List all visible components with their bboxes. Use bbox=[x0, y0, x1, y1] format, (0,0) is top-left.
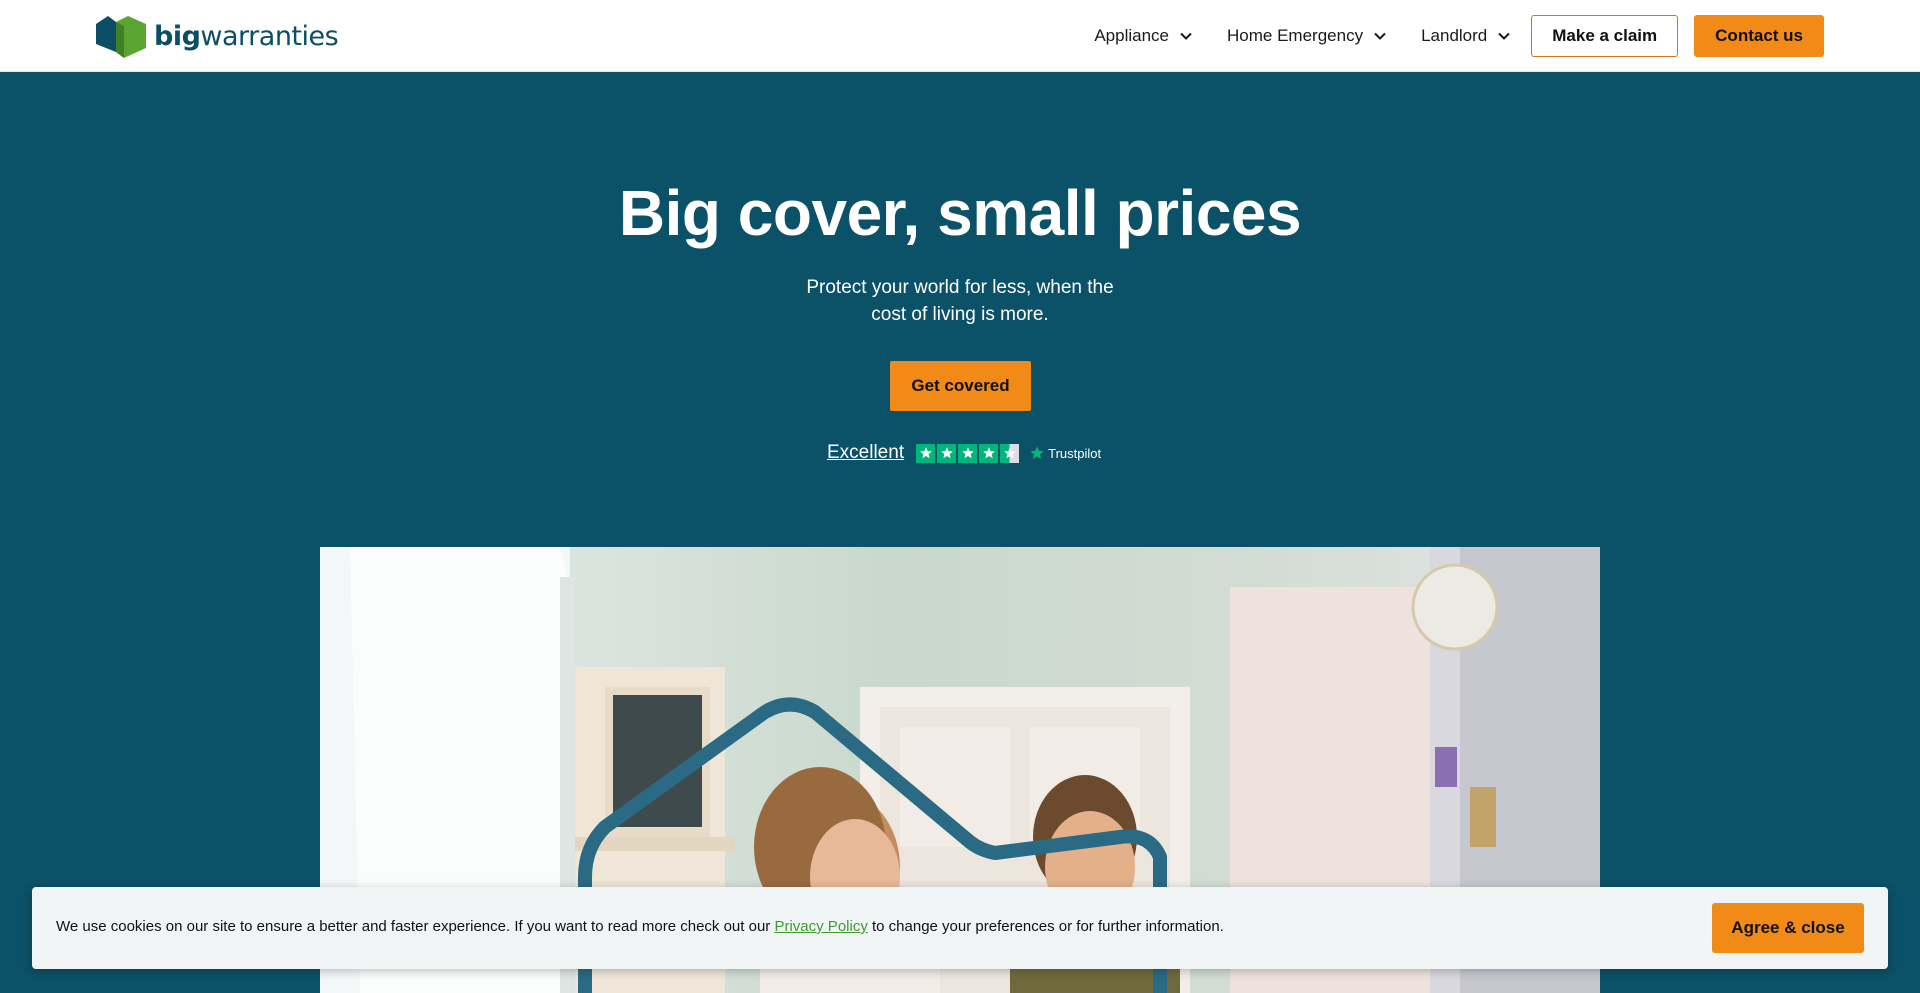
hero-title: Big cover, small prices bbox=[618, 177, 1302, 249]
agree-close-button[interactable]: Agree & close bbox=[1712, 903, 1864, 953]
chevron-down-icon bbox=[1374, 32, 1386, 40]
nav-item-landlord[interactable]: Landlord bbox=[1421, 26, 1511, 46]
nav-item-appliance[interactable]: Appliance bbox=[1094, 26, 1193, 46]
trustpilot-rating-word[interactable]: Excellent bbox=[827, 442, 904, 464]
site-header: bigwarranties Appliance Home Emergency L… bbox=[0, 0, 1920, 72]
nav-item-label: Landlord bbox=[1421, 26, 1488, 45]
cookie-text-before: We use cookies on our site to ensure a b… bbox=[56, 918, 775, 935]
trustpilot-brand-label: Trustpilot bbox=[1048, 445, 1102, 461]
hero-subtitle: Protect your world for less, when the co… bbox=[760, 274, 1160, 328]
cookie-banner: We use cookies on our site to ensure a b… bbox=[32, 887, 1888, 969]
trustpilot-logo: Trustpilot bbox=[1029, 445, 1101, 461]
brand-logo[interactable]: bigwarranties bbox=[94, 14, 339, 58]
make-claim-button[interactable]: Make a claim bbox=[1531, 15, 1679, 57]
main-nav: Appliance Home Emergency Landlord Make a… bbox=[1094, 15, 1824, 57]
nav-item-label: Home Emergency bbox=[1227, 26, 1364, 45]
privacy-policy-link[interactable]: Privacy Policy bbox=[774, 918, 867, 935]
star-icon bbox=[916, 443, 936, 463]
half-star-icon bbox=[1000, 443, 1020, 463]
star-icon bbox=[979, 443, 999, 463]
trustpilot-stars bbox=[916, 443, 1020, 463]
trustpilot-star-icon bbox=[1030, 446, 1044, 459]
brand-wordmark: bigwarranties bbox=[154, 20, 339, 52]
get-covered-button[interactable]: Get covered bbox=[890, 361, 1031, 411]
chevron-down-icon bbox=[1498, 32, 1510, 40]
cookie-message: We use cookies on our site to ensure a b… bbox=[56, 918, 1224, 935]
brand-name-part1: big bbox=[154, 20, 201, 52]
hero-subtitle-line1: Protect your world for less, when the bbox=[806, 277, 1114, 298]
cookie-text-after: to change your preferences or for furthe… bbox=[867, 918, 1224, 935]
brand-name-part2: warranties bbox=[200, 20, 339, 52]
trustpilot-widget[interactable]: Excellent Trustpilot bbox=[827, 440, 1101, 466]
nav-item-label: Appliance bbox=[1094, 26, 1170, 45]
hero-subtitle-line2: cost of living is more. bbox=[871, 304, 1049, 325]
chevron-down-icon bbox=[1180, 32, 1192, 40]
house-logo-icon bbox=[96, 16, 146, 58]
star-icon bbox=[958, 443, 978, 463]
contact-us-button[interactable]: Contact us bbox=[1694, 15, 1824, 57]
nav-item-home-emergency[interactable]: Home Emergency bbox=[1227, 26, 1387, 46]
star-icon bbox=[937, 443, 957, 463]
